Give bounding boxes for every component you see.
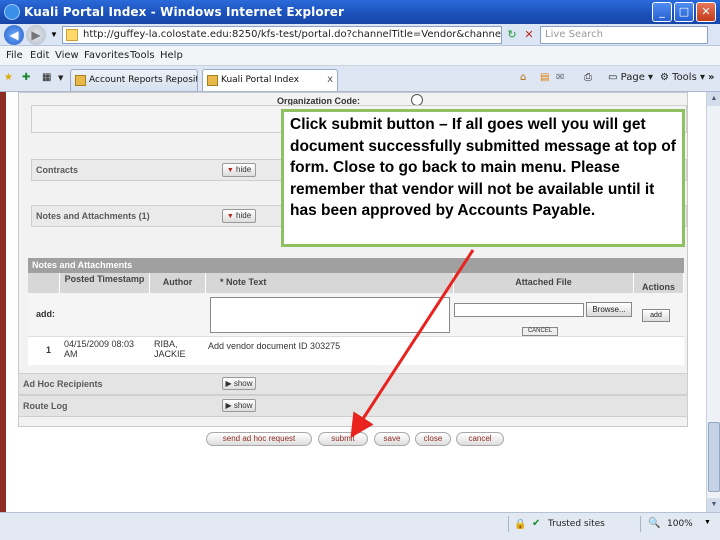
menu-bar: File Edit View Favorites Tools Help [0,46,720,66]
forward-button[interactable]: ▶ [26,25,46,45]
trusted-sites-check-icon: ✔ [532,518,541,529]
vertical-scrollbar[interactable]: ▲ ▼ [706,92,720,512]
page-icon [207,75,218,86]
feeds-icon[interactable]: ▤ [540,72,549,83]
ad-hoc-recipients-section: Ad Hoc Recipients ▶ show [18,373,688,395]
col-author: Author [150,273,206,293]
contracts-section-label: Contracts [36,165,79,175]
tab-grid-icon[interactable]: ▦ [42,72,51,83]
more-tools-icon[interactable]: » [708,72,714,83]
cancel-form-button[interactable]: cancel [456,432,504,446]
table-row: 1 04/15/2009 08:03 AM RIBA, JACKIE Add v… [28,337,684,363]
menu-file[interactable]: File [6,50,23,61]
maximize-button[interactable]: □ [674,2,694,22]
add-favorites-icon[interactable]: ✚ [22,72,30,83]
close-window-button[interactable]: ✕ [696,2,716,22]
scroll-down-arrow-icon[interactable]: ▼ [707,498,720,512]
favorites-star-icon[interactable]: ★ [4,72,13,83]
address-bar: ◀ ▶ ▼ http://guffey-la.colostate.edu:825… [0,24,720,46]
search-input[interactable]: Live Search [540,26,708,44]
back-button[interactable]: ◀ [4,25,24,45]
col-attached-file: Attached File [454,273,634,293]
lock-icon: 🔒 [514,519,527,530]
note-text-input[interactable] [210,297,450,333]
zoom-icon[interactable]: 🔍 [648,518,660,529]
tab-kuali-portal[interactable]: Kuali Portal Index x [202,69,338,91]
zoom-level[interactable]: 100% [667,519,693,529]
menu-favorites[interactable]: Favorites [84,50,129,61]
tab-account-reports[interactable]: Account Reports Repository [70,69,198,91]
recent-pages-dropdown-icon[interactable]: ▼ [46,27,62,43]
home-icon[interactable]: ⌂ [520,72,526,83]
col-note-text: * Note Text [206,273,454,293]
row-note-text: Add vendor document ID 303275 [208,341,341,351]
close-form-button[interactable]: close [415,432,451,446]
submit-button[interactable]: submit [318,432,368,446]
ad-hoc-section-label: Ad Hoc Recipients [23,379,103,389]
cancel-attachment-button[interactable]: CANCEL [522,327,558,336]
row-timestamp: 04/15/2009 08:03 AM [64,339,135,359]
menu-view[interactable]: View [55,50,79,61]
route-log-section-label: Route Log [23,401,68,411]
instruction-callout: Click submit button – If all goes well y… [281,109,685,247]
callout-text: Click submit button – If all goes well y… [290,116,676,219]
add-note-button[interactable]: add [642,309,670,322]
notes-table-header: Notes and Attachments [28,258,684,273]
add-note-row: add: Browse... CANCEL add [28,293,684,337]
row-index: 1 [46,345,52,355]
col-index [28,273,60,293]
internet-explorer-icon [4,4,20,20]
window-title: Kuali Portal Index - Windows Internet Ex… [24,5,345,19]
stop-icon[interactable]: ✕ [521,27,537,43]
notes-hide-button[interactable]: ▼ hide [222,209,256,223]
zoom-dropdown-icon[interactable]: ▼ [704,519,711,526]
notes-table: Posted Timestamp Author * Note Text Atta… [28,273,684,365]
tools-menu[interactable]: ⚙ Tools ▾ [660,72,705,83]
scroll-thumb[interactable] [708,422,720,492]
add-row-label: add: [36,309,55,319]
page-icon [75,75,86,86]
page-icon [66,29,78,41]
route-log-section: Route Log ▶ show [18,395,688,417]
minimize-button[interactable]: _ [652,2,672,22]
menu-tools[interactable]: Tools [130,50,155,61]
contracts-hide-button[interactable]: ▼ hide [222,163,256,177]
scroll-up-arrow-icon[interactable]: ▲ [707,92,720,106]
menu-edit[interactable]: Edit [30,50,49,61]
url-input[interactable]: http://guffey-la.colostate.edu:8250/kfs-… [62,26,502,44]
menu-help[interactable]: Help [160,50,183,61]
notes-section-label: Notes and Attachments (1) [36,211,150,221]
tab-bar: ★ ✚ ▦ ▼ Account Reports Repository Kuali… [0,66,720,92]
refresh-icon[interactable]: ↻ [504,27,520,43]
url-text: http://guffey-la.colostate.edu:8250/kfs-… [83,29,502,40]
save-button[interactable]: save [374,432,410,446]
col-actions: Actions [634,273,684,293]
attached-file-input[interactable] [454,303,584,317]
send-ad-hoc-button[interactable]: send ad hoc request [206,432,312,446]
tab-list-dropdown-icon[interactable]: ▼ [58,74,63,82]
ad-hoc-show-button[interactable]: ▶ show [222,377,256,390]
tab-label: Kuali Portal Index [221,75,300,85]
security-zone-text: Trusted sites [548,519,605,529]
window-title-bar: Kuali Portal Index - Windows Internet Ex… [0,0,720,24]
print-icon[interactable]: ⎙ [584,72,592,83]
col-posted-timestamp: Posted Timestamp [60,273,150,293]
browse-button[interactable]: Browse... [586,302,632,317]
notes-table-title: Notes and Attachments [32,260,133,270]
mail-icon[interactable]: ✉ [556,72,564,83]
tab-label: Account Reports Repository [89,75,197,85]
page-menu[interactable]: ▭ Page ▾ [608,72,653,83]
kuali-left-border [0,92,6,512]
row-author: RIBA, JACKIE [154,339,186,359]
close-tab-icon[interactable]: x [327,70,333,90]
status-bar: 🔒 ✔ Trusted sites 🔍 100% ▼ [0,512,720,540]
route-log-show-button[interactable]: ▶ show [222,399,256,412]
